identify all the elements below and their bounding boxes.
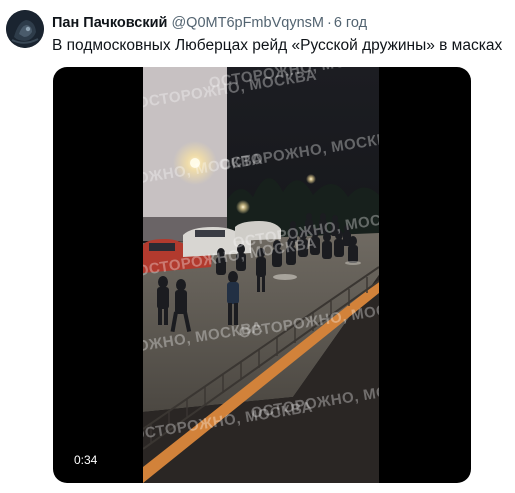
tweet-text: В подмосковных Люберцах рейд «Русской др… [52,37,503,54]
author-display-name[interactable]: Пан Пачковский [52,15,167,31]
video-player[interactable]: ОСТОРОЖНО, МОСКВА ОСТОРОЖНО, МОСКВА ОСТО… [53,67,471,483]
author-avatar[interactable] [6,10,44,48]
author-handle[interactable]: @Q0MT6pFmbVqynsM [171,15,324,31]
header-separator: · [326,15,332,31]
tweet-timestamp[interactable]: 6 год [334,15,367,31]
video-thumbnail: ОСТОРОЖНО, МОСКВА ОСТОРОЖНО, МОСКВА ОСТО… [143,67,379,483]
tweet-header: Пан Пачковский @Q0MT6pFmbVqynsM · 6 год [52,14,367,32]
tweet[interactable]: Пан Пачковский @Q0MT6pFmbVqynsM · 6 год В п… [0,0,515,493]
video-duration-badge: 0:34 [68,450,104,470]
avatar-image [6,10,44,48]
